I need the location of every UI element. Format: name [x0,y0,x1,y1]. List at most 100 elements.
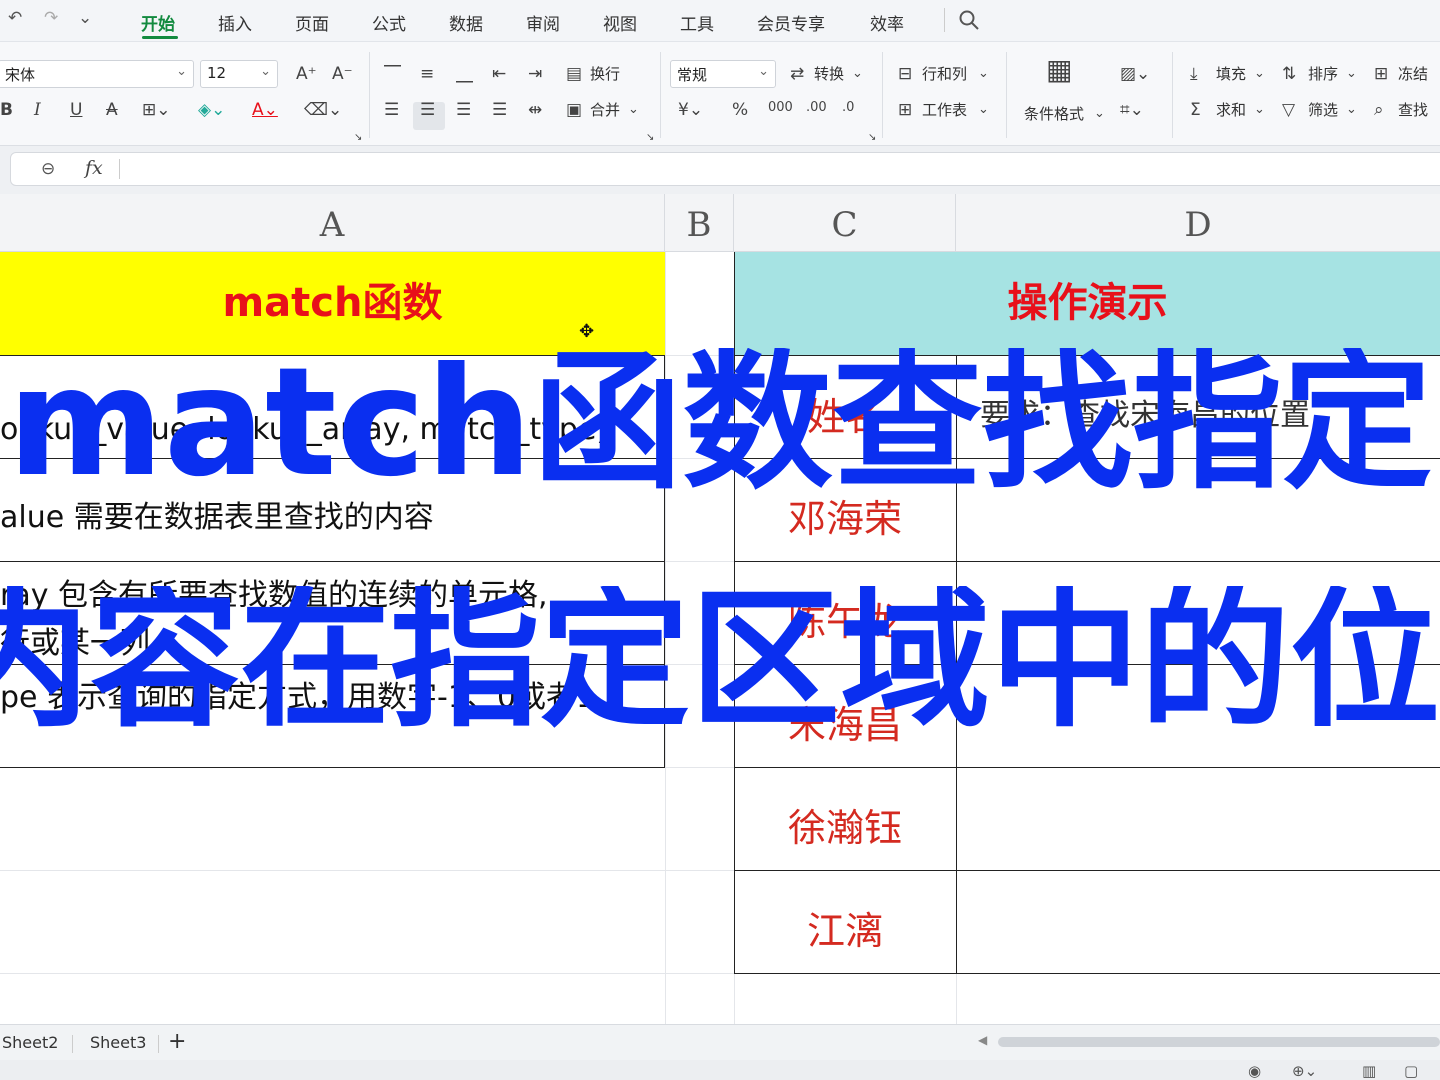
wrap-text-button[interactable]: 换行 [590,64,620,84]
number-format-select[interactable]: 常规 ⌄ [670,60,776,88]
align-right-icon[interactable]: ☰ [456,100,471,120]
find-icon[interactable]: ⌕ [1374,100,1384,120]
chevron-down-icon[interactable]: ⌄ [1094,104,1105,124]
tab-formula[interactable]: 公式 [372,10,406,35]
justify-icon[interactable]: ☰ [492,100,507,120]
number-dialog-launcher-icon[interactable]: ↘ [868,128,876,148]
eye-icon[interactable]: ◉ [1248,1062,1261,1080]
middle-align-icon[interactable]: ≡ [420,64,434,84]
convert-button[interactable]: 转换 [814,64,844,84]
find-button[interactable]: 查找 [1398,100,1428,120]
redo-icon[interactable]: ↷ [44,8,58,28]
cell-style-icon[interactable]: ▨⌄ [1120,64,1150,84]
tab-insert[interactable]: 插入 [218,10,252,35]
font-size-select[interactable]: 12 ⌄ [200,60,278,88]
sort-button[interactable]: 排序 [1308,64,1338,84]
layout-icon[interactable]: ⊕⌄ [1292,1062,1317,1080]
merge-icon[interactable]: ▣ [566,100,582,120]
merge-button[interactable]: 合并 [590,100,620,120]
align-center-icon[interactable]: ☰ [420,100,435,120]
search-icon[interactable] [958,9,980,31]
freeze-button[interactable]: 冻结 [1398,64,1428,84]
add-sheet-button[interactable]: + [168,1029,186,1054]
match-function-header-cell[interactable]: match函数 [0,252,665,355]
sheet-tab-sheet2[interactable]: Sheet2 [2,1033,58,1052]
increase-indent-icon[interactable]: ⇥ [528,64,542,84]
tab-page[interactable]: 页面 [295,10,329,35]
column-header-b[interactable]: B [665,194,734,252]
increase-decimal-icon[interactable]: .00 [806,98,827,118]
thousands-icon[interactable]: 000 [768,98,793,118]
zoom-icon[interactable]: ⊖ [41,159,55,179]
tab-efficiency[interactable]: 效率 [870,10,904,35]
decrease-indent-icon[interactable]: ⇤ [492,64,506,84]
fill-button[interactable]: 填充 [1216,64,1246,84]
conditional-format-icon[interactable]: ▦ [1046,56,1072,84]
page-view-icon[interactable]: ▢ [1404,1062,1418,1080]
lookup-value-desc[interactable]: alue 需要在数据表里查找的内容 [0,492,434,536]
name-cell[interactable]: 徐瀚钰 [734,797,956,852]
tab-home[interactable]: 开始 [141,10,175,35]
tab-review[interactable]: 审阅 [526,10,560,35]
demo-header-cell[interactable]: 操作演示 [734,252,1440,355]
clear-format-icon[interactable]: ⌫⌄ [304,100,342,120]
column-header-d[interactable]: D [956,194,1440,252]
bottom-align-icon[interactable]: ⎽ [456,64,473,84]
font-name-select[interactable]: 宋体 ⌄ [0,60,194,88]
chevron-down-icon[interactable]: ⌄ [1346,64,1357,84]
align-dialog-launcher-icon[interactable]: ↘ [646,128,654,148]
filter-button[interactable]: 筛选 [1308,100,1338,120]
formula-bar[interactable]: ⊖ fx [10,152,1440,186]
currency-icon[interactable]: ¥⌄ [678,100,703,120]
conditional-format-button[interactable]: 条件格式 [1024,104,1084,124]
tab-tools[interactable]: 工具 [680,10,714,35]
fx-icon[interactable]: fx [85,157,103,179]
chevron-down-icon[interactable]: ⌄ [1254,100,1265,120]
font-dialog-launcher-icon[interactable]: ↘ [354,128,362,148]
worksheet-icon[interactable]: ⊞ [898,100,912,120]
chevron-down-icon[interactable]: ⌄ [852,64,863,84]
underline-icon[interactable]: U [70,100,82,120]
name-cell[interactable]: 江漓 [734,900,956,955]
sum-icon[interactable]: Σ [1190,100,1201,120]
tab-view[interactable]: 视图 [603,10,637,35]
increase-font-icon[interactable]: A⁺ [296,64,317,84]
rows-cols-icon[interactable]: ⊟ [898,64,912,84]
border-icon[interactable]: ⊞⌄ [142,100,171,120]
distributed-icon[interactable]: ⇹ [528,100,542,120]
rows-cols-button[interactable]: 行和列 [922,64,967,84]
tab-member[interactable]: 会员专享 [757,10,825,35]
scroll-left-icon[interactable]: ◀ [978,1033,987,1047]
fill-color-icon[interactable]: ◈⌄ [198,100,225,120]
horizontal-scrollbar[interactable] [998,1037,1440,1047]
sort-icon[interactable]: ⇅ [1282,64,1296,84]
filter-icon[interactable]: ▽ [1282,100,1295,120]
chevron-down-icon[interactable]: ⌄ [978,64,989,84]
strikethrough-icon[interactable]: A [106,100,118,120]
align-left-icon[interactable]: ☰ [384,100,399,120]
percent-icon[interactable]: % [732,100,748,120]
convert-icon[interactable]: ⇄ [790,64,804,84]
chevron-down-icon[interactable]: ⌄ [978,100,989,120]
column-header-c[interactable]: C [734,194,956,252]
fill-icon[interactable]: ⤓ [1190,64,1198,84]
italic-icon[interactable]: I [34,100,41,120]
normal-view-icon[interactable]: ▥ [1362,1062,1376,1080]
font-color-icon[interactable]: A⌄ [252,100,278,120]
tab-data[interactable]: 数据 [449,10,483,35]
chevron-down-icon[interactable]: ⌄ [1346,100,1357,120]
chevron-down-icon[interactable]: ⌄ [628,100,639,120]
top-align-icon[interactable]: ⎺ [384,64,401,84]
freeze-icon[interactable]: ⊞ [1374,64,1388,84]
sum-button[interactable]: 求和 [1216,100,1246,120]
sheet-tab-sheet3[interactable]: Sheet3 [90,1033,146,1052]
undo-icon[interactable]: ↶ [8,8,22,28]
chevron-down-icon[interactable]: ⌄ [1254,64,1265,84]
decrease-font-icon[interactable]: A⁻ [332,64,353,84]
decrease-decimal-icon[interactable]: .0 [842,98,854,118]
bold-icon[interactable]: B [0,100,13,120]
worksheet-button[interactable]: 工作表 [922,100,967,120]
quick-access-more-icon[interactable]: ⌄ [78,8,92,28]
wrap-text-icon[interactable]: ▤ [566,64,582,84]
column-header-a[interactable]: A [0,194,665,252]
